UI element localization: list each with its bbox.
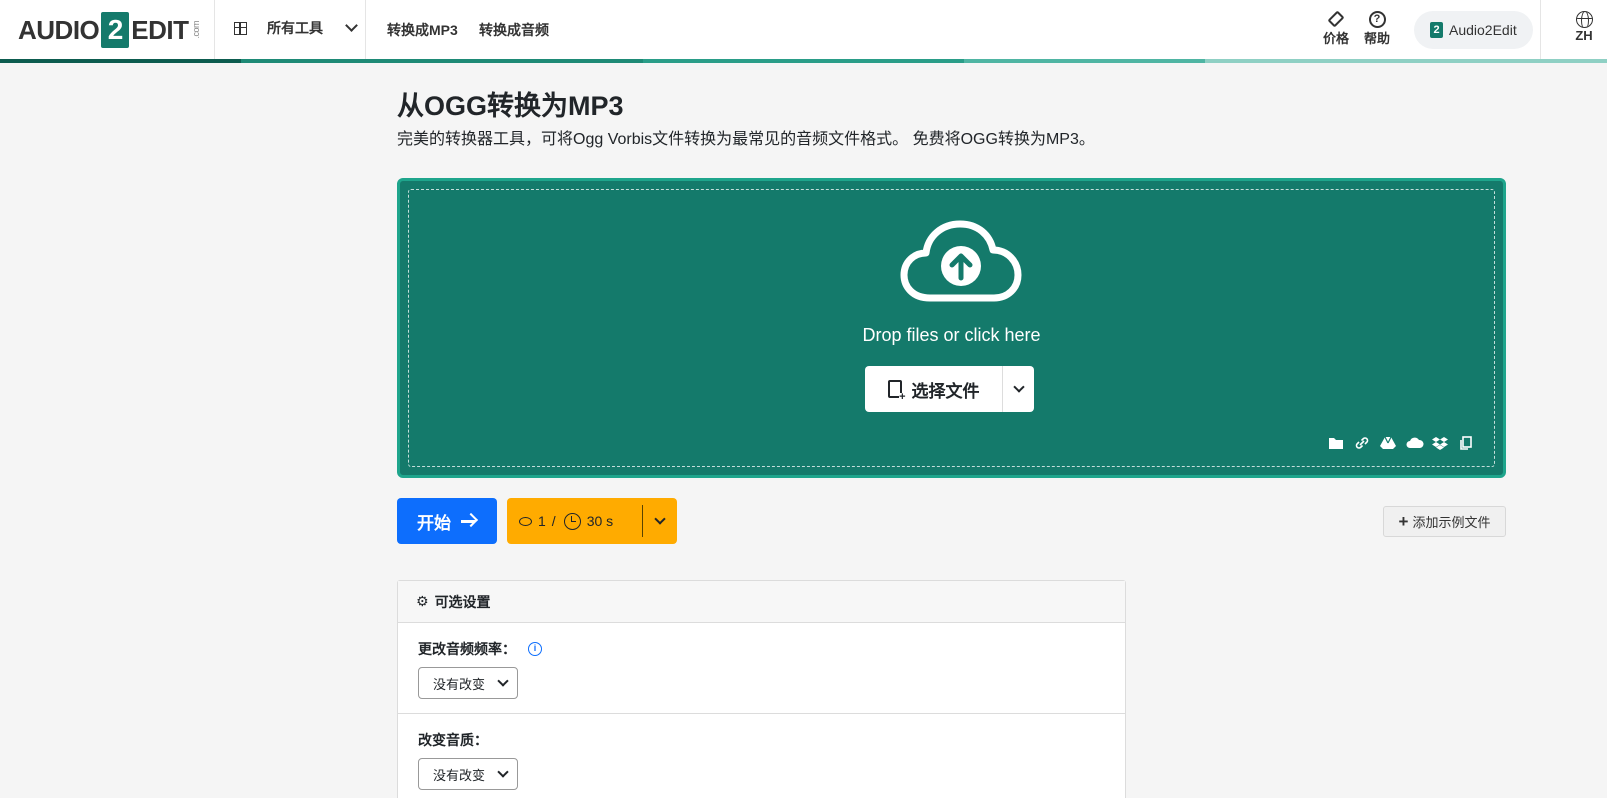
link-icon[interactable] (1354, 436, 1370, 450)
dropzone-dashed-border: Drop files or click here 选择文件 (408, 189, 1495, 467)
setting-row-quality: 改变音质： 没有改变 (398, 714, 1125, 798)
coin-icon (519, 516, 532, 526)
setting-row-frequency: 更改音频频率： i 没有改变 (398, 623, 1125, 714)
plus-icon: + (1398, 511, 1409, 531)
logo-text-audio: AUDIO (18, 14, 100, 45)
account-label: Audio2Edit (1449, 22, 1517, 38)
credit-separator: / (551, 513, 556, 529)
gears-icon: ⚙ (416, 593, 429, 609)
start-button[interactable]: 开始 (397, 498, 497, 544)
pricing-button[interactable]: 价格 (1323, 10, 1349, 47)
add-sample-file-button[interactable]: + 添加示例文件 (1383, 506, 1506, 537)
globe-icon (1575, 10, 1593, 28)
pricing-label: 价格 (1323, 31, 1350, 46)
choose-file-label: 选择文件 (911, 381, 980, 401)
grid-icon (234, 21, 247, 35)
google-drive-icon[interactable] (1380, 436, 1396, 450)
chevron-down-icon (497, 766, 509, 778)
setting-label-frequency: 更改音频频率： i (418, 639, 1105, 659)
logo-suffix: .com (190, 21, 201, 39)
logo-badge: 2 (101, 12, 130, 48)
start-label: 开始 (417, 513, 451, 533)
settings-header: ⚙ 可选设置 (398, 581, 1125, 623)
language-label: ZH (1575, 28, 1593, 43)
setting-label-quality: 改变音质： (418, 730, 1105, 750)
header-divider (214, 0, 215, 59)
clock-icon (563, 512, 581, 530)
onedrive-icon[interactable] (1406, 436, 1424, 450)
upload-source-icons (1328, 436, 1474, 450)
quality-select[interactable]: 没有改变 (418, 758, 519, 790)
choose-file-group: 选择文件 (865, 366, 1034, 412)
credit-time-group: 1 / 30 s (507, 498, 677, 544)
tag-icon (1327, 10, 1345, 28)
help-icon: ? (1368, 10, 1386, 28)
credit-options-dropdown[interactable] (643, 513, 677, 525)
file-dropzone[interactable]: Drop files or click here 选择文件 (397, 178, 1506, 478)
quality-label-text: 改变音质： (418, 732, 488, 748)
header-accent-bar (0, 59, 1607, 63)
page-title: 从OGG转换为MP3 (397, 91, 624, 121)
all-tools-dropdown[interactable]: 所有工具 (234, 18, 358, 38)
arrow-right-icon (461, 514, 477, 528)
choose-file-button[interactable]: 选择文件 (865, 366, 1003, 412)
cloud-upload-icon (900, 220, 1022, 302)
language-button[interactable]: ZH (1575, 10, 1593, 43)
nav-link-convert-audio[interactable]: 转换成音频 (479, 20, 549, 40)
brand-mini-icon: 2 (1430, 22, 1443, 38)
logo-text-edit: EDIT (131, 14, 189, 45)
credit-time-button[interactable]: 1 / 30 s (507, 505, 643, 537)
info-icon[interactable]: i (528, 642, 542, 656)
help-button[interactable]: ? 帮助 (1364, 10, 1390, 47)
quality-select-value: 没有改变 (433, 767, 486, 783)
settings-title: 可选设置 (434, 593, 491, 610)
credit-count: 1 (538, 513, 546, 529)
dropbox-icon[interactable] (1432, 436, 1448, 450)
nav-link-convert-mp3[interactable]: 转换成MP3 (387, 20, 458, 40)
optional-settings-card: ⚙ 可选设置 更改音频频率： i 没有改变 改变音质： 没有改变 (397, 580, 1126, 798)
frequency-select[interactable]: 没有改变 (418, 667, 519, 699)
folder-icon[interactable] (1328, 436, 1344, 450)
file-add-icon (887, 380, 906, 402)
chevron-down-icon (654, 513, 666, 525)
header-divider (1540, 0, 1541, 59)
help-label: 帮助 (1364, 31, 1391, 46)
account-button[interactable]: 2 Audio2Edit (1414, 11, 1533, 49)
frequency-select-value: 没有改变 (433, 676, 486, 692)
chevron-down-icon (1012, 381, 1025, 393)
page-subtitle: 完美的转换器工具，可将Ogg Vorbis文件转换为最常见的音频文件格式。 免费… (397, 131, 1095, 148)
chevron-down-icon (497, 675, 509, 687)
choose-file-dropdown[interactable] (1003, 366, 1034, 412)
top-header: AUDIO 2 EDIT .com 所有工具 转换成MP3 转换成音频 价格 ?… (0, 0, 1607, 60)
add-sample-label: 添加示例文件 (1412, 515, 1491, 530)
all-tools-label: 所有工具 (267, 20, 323, 36)
site-logo[interactable]: AUDIO 2 EDIT .com (18, 10, 201, 50)
frequency-label-text: 更改音频频率： (418, 641, 516, 657)
clipboard-icon[interactable] (1458, 436, 1474, 450)
time-value: 30 s (586, 513, 614, 529)
chevron-down-icon (345, 19, 358, 32)
dropzone-hint: Drop files or click here (862, 325, 1041, 345)
header-divider (365, 0, 366, 59)
